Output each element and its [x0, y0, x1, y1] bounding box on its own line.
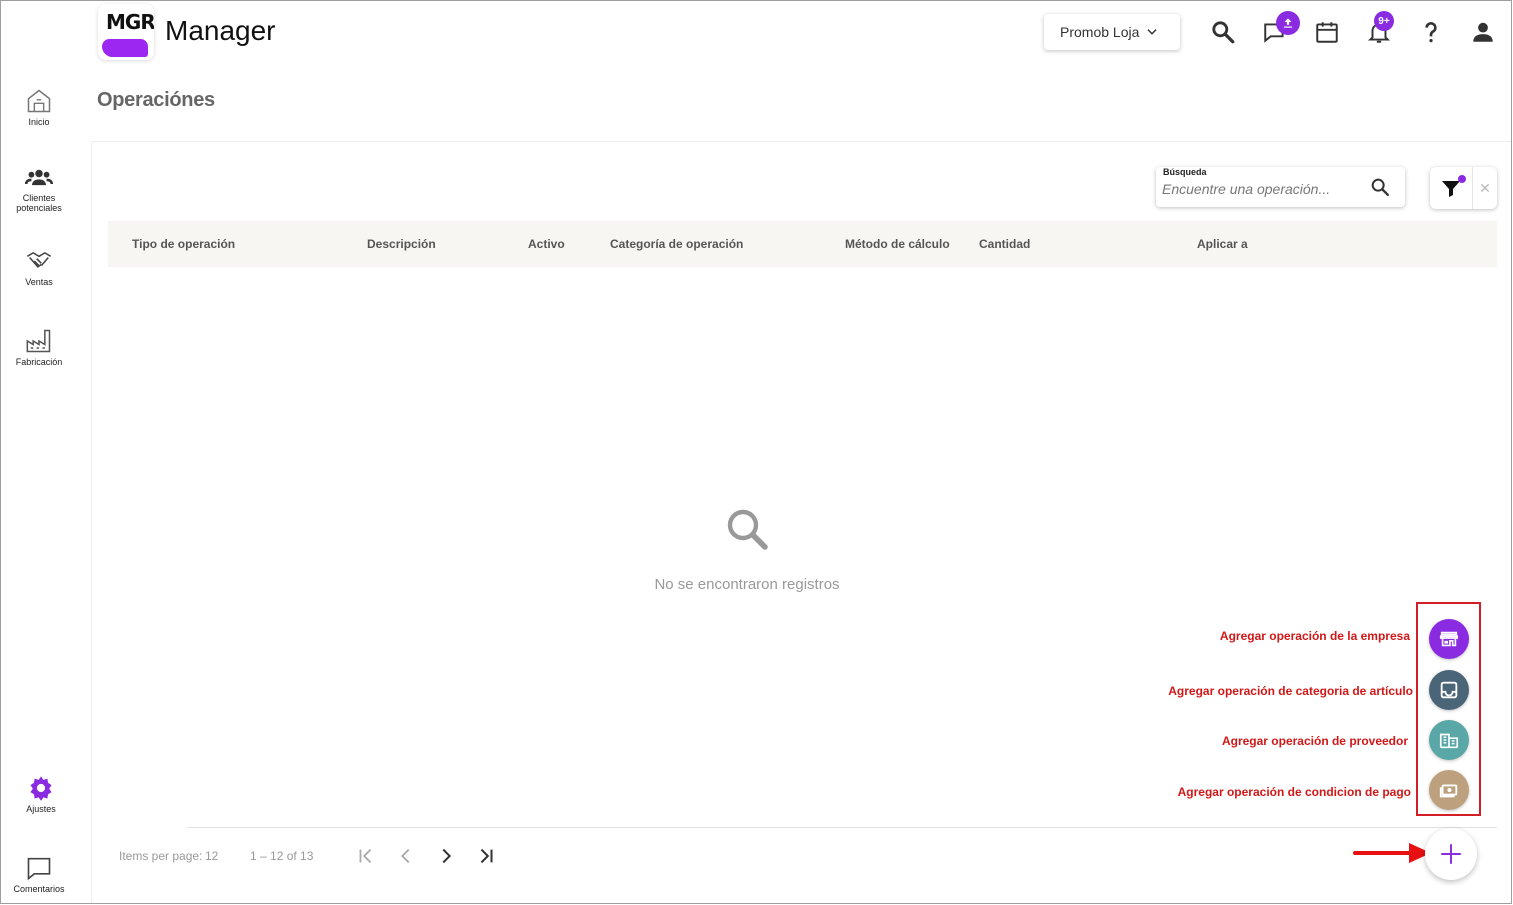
- fab-label-empresa: Agregar operación de la empresa: [1219, 629, 1410, 643]
- last-page-icon: [480, 848, 493, 864]
- sidebar-item-label: Ventas: [25, 277, 53, 287]
- sidebar-item-label: Fabricación: [15, 357, 63, 367]
- user-icon: [1473, 22, 1493, 42]
- gear-icon: [30, 776, 52, 801]
- page-range: 1 – 12 of 13: [250, 849, 314, 863]
- filter-button[interactable]: [1430, 167, 1472, 209]
- help-icon: [1425, 22, 1437, 43]
- sidebar-item-inicio[interactable]: Inicio: [1, 87, 77, 127]
- footer-divider: [187, 827, 1497, 828]
- fab-label-categoria: Agregar operación de categoria de artícu…: [1168, 684, 1413, 698]
- column-header[interactable]: Método de cálculo: [845, 237, 950, 251]
- people-icon: [25, 169, 53, 186]
- app-logo[interactable]: MGR: [98, 4, 154, 60]
- app-title: Manager: [165, 15, 276, 46]
- table-header: Tipo de operación Descripción Activo Cat…: [108, 221, 1497, 267]
- page-title: Operaciónes: [97, 89, 215, 111]
- home-icon: [27, 89, 51, 113]
- plus-icon: [1441, 844, 1461, 864]
- sidebar-item-label: Clientes potenciales: [16, 193, 62, 213]
- column-header[interactable]: Descripción: [367, 237, 436, 251]
- search-input[interactable]: [1162, 178, 1362, 200]
- upload-badge: [1276, 11, 1300, 35]
- empty-search-icon: [727, 509, 768, 550]
- store-selector-label: Promob Loja: [1060, 24, 1140, 40]
- sidebar-item-clientes[interactable]: Clientes potenciales: [1, 163, 77, 213]
- chevron-down-icon: [1147, 29, 1157, 35]
- sidebar-item-ventas[interactable]: Ventas: [1, 247, 77, 287]
- search-button[interactable]: [1208, 17, 1238, 47]
- factory-icon: [26, 329, 51, 353]
- sidebar-item-label: Inicio: [28, 117, 50, 127]
- fab-label-condicion-pago: Agregar operación de condicion de pago: [1177, 785, 1411, 799]
- logo-swoosh: [102, 39, 148, 57]
- prev-page-button[interactable]: [393, 843, 419, 869]
- next-page-button[interactable]: [433, 843, 459, 869]
- annotation-arrow-icon: [1353, 843, 1431, 863]
- search-icon: [1212, 21, 1235, 44]
- empty-message: No se encontraron registros: [654, 576, 840, 593]
- annotation-highlight-box: [1416, 602, 1481, 816]
- sidebar-item-label: Ajustes: [26, 804, 56, 814]
- first-page-icon: [359, 848, 372, 864]
- fab-label-proveedor: Agregar operación de proveedor: [1221, 734, 1408, 748]
- first-page-button[interactable]: [353, 843, 379, 869]
- upload-arrow-icon: [1283, 18, 1293, 28]
- help-button[interactable]: [1416, 17, 1446, 47]
- notification-badge: 9+: [1374, 11, 1394, 31]
- items-per-page-label: Items per page:: [119, 849, 203, 863]
- items-per-page-select[interactable]: 12: [205, 849, 218, 863]
- sidebar-item-ajustes[interactable]: Ajustes: [3, 774, 79, 814]
- clear-filter-button[interactable]: ✕: [1472, 167, 1497, 209]
- calendar-icon: [1316, 22, 1338, 43]
- chevron-left-icon: [401, 848, 410, 864]
- sidebar-item-fabricacion[interactable]: Fabricación: [1, 327, 77, 367]
- search-label: Búsqueda: [1163, 167, 1207, 177]
- store-selector[interactable]: Promob Loja: [1044, 14, 1180, 50]
- last-page-button[interactable]: [473, 843, 499, 869]
- close-icon: ✕: [1479, 179, 1491, 196]
- column-header[interactable]: Activo: [528, 237, 565, 251]
- filter-control: ✕: [1430, 167, 1497, 209]
- comment-icon: [27, 857, 51, 881]
- column-header[interactable]: Tipo de operación: [132, 237, 235, 251]
- logo-text: MGR: [106, 10, 154, 34]
- column-header[interactable]: Cantidad: [979, 237, 1030, 251]
- handshake-icon: [26, 251, 52, 268]
- sidebar-item-label: Comentarios: [13, 884, 65, 894]
- sidebar-item-comentarios[interactable]: Comentarios: [1, 854, 77, 894]
- filter-active-dot: [1458, 175, 1466, 183]
- chevron-right-icon: [442, 848, 452, 864]
- column-header[interactable]: Categoría de operación: [610, 237, 743, 251]
- calendar-button[interactable]: [1312, 17, 1342, 47]
- add-operation-fab[interactable]: [1425, 828, 1477, 880]
- column-header[interactable]: Aplicar a: [1197, 237, 1248, 251]
- search-field[interactable]: Búsqueda: [1156, 167, 1405, 207]
- search-icon[interactable]: [1369, 176, 1391, 198]
- app-window: MGR Manager Promob Loja 9+ Inicio Client…: [0, 0, 1512, 904]
- user-menu-button[interactable]: [1468, 17, 1498, 47]
